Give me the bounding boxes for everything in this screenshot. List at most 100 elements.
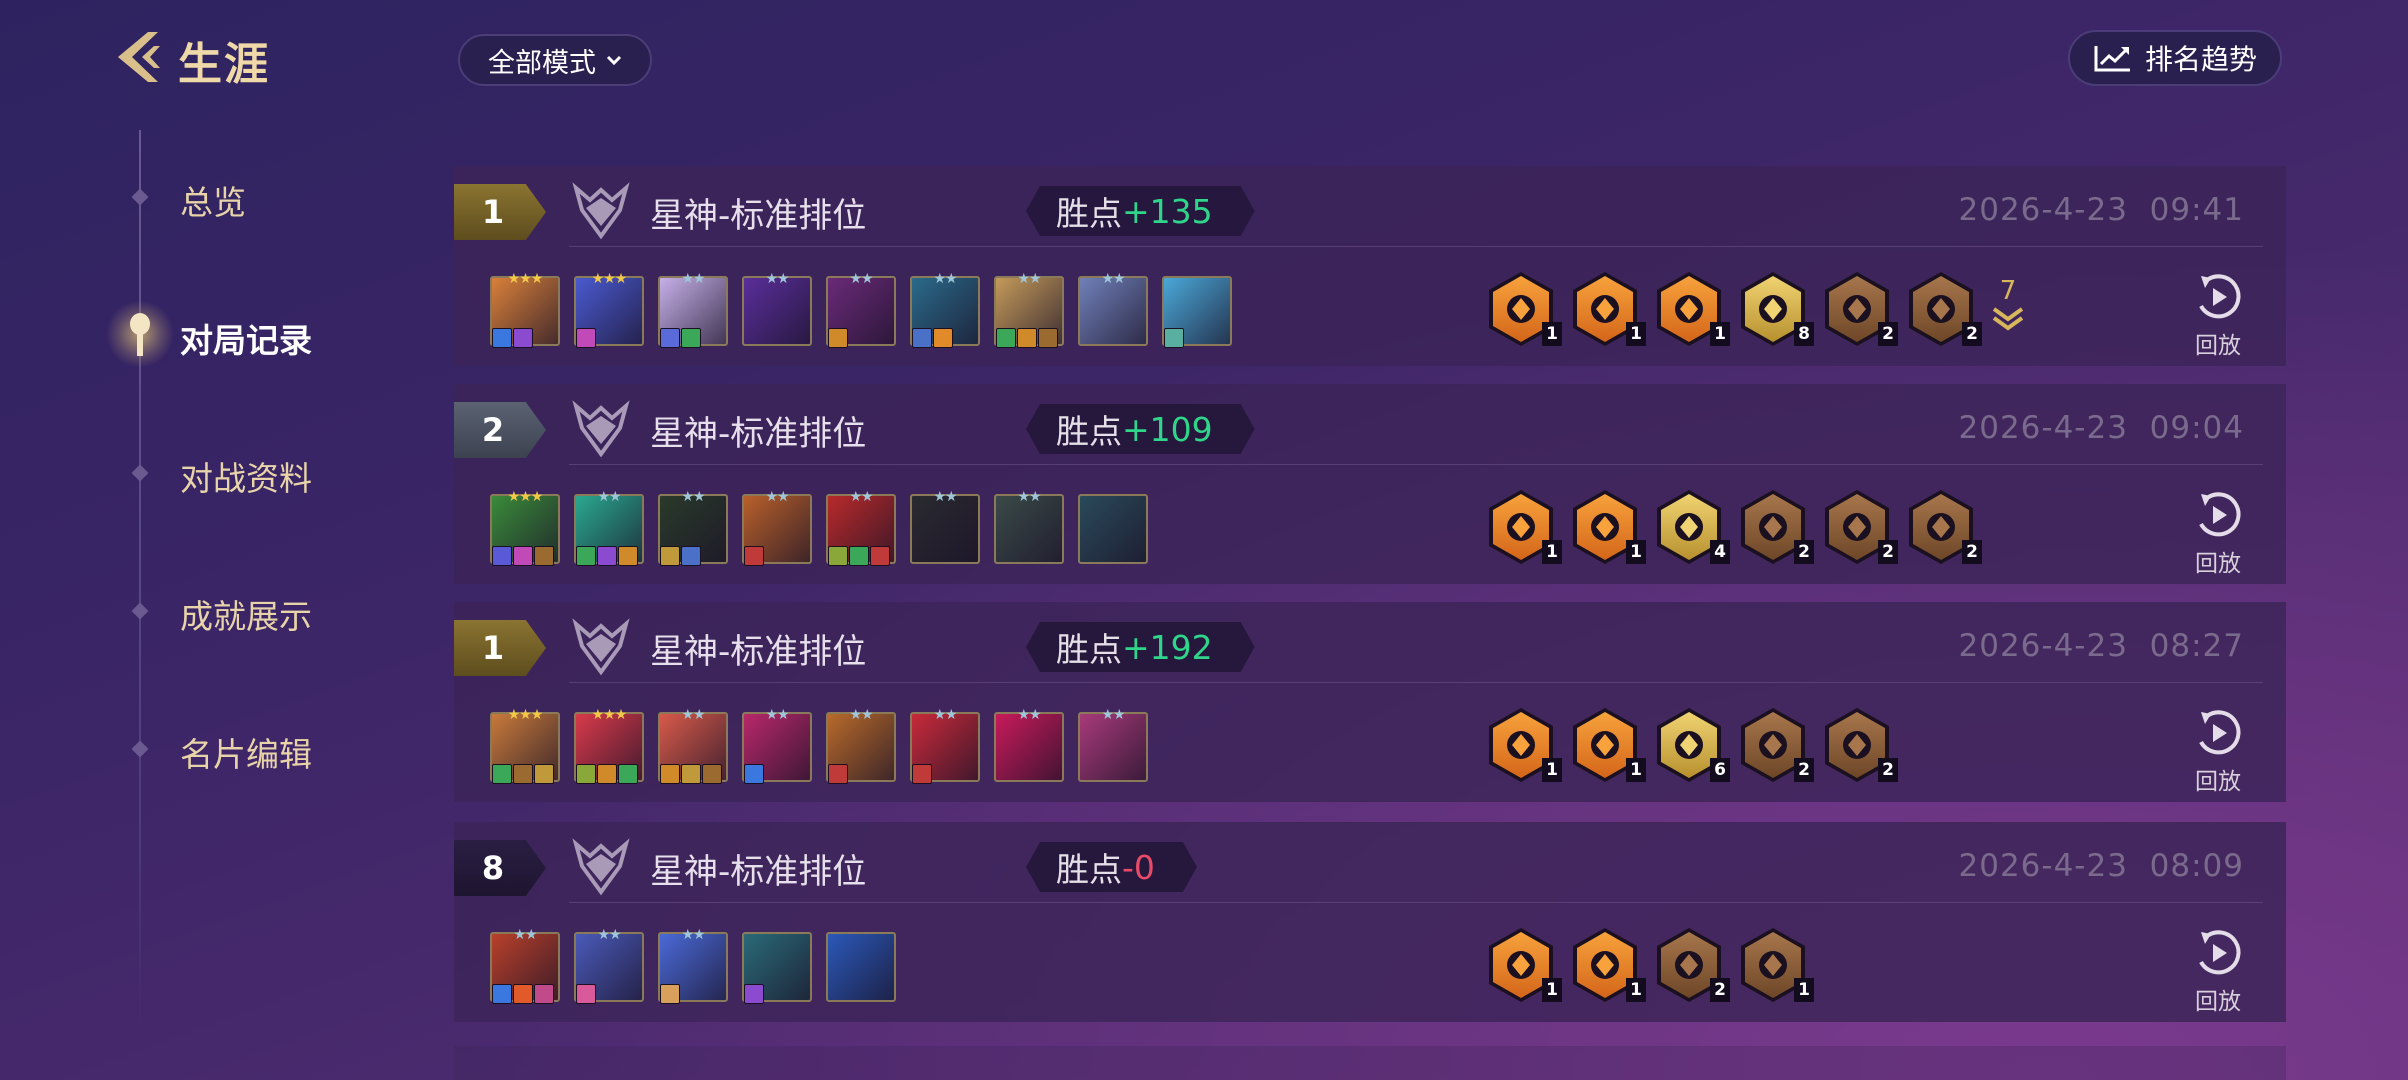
item-icon[interactable] xyxy=(933,328,953,348)
match-list[interactable]: 1 星神-标准排位 胜点 +135 2026-4-23 09:41 ★★★ ★★★ ★★ ★★ ★… xyxy=(454,112,2288,1080)
item-icon[interactable] xyxy=(492,328,512,348)
match-card[interactable]: 8 星神-标准排位 胜点 -0 2026-4-23 08:09 ★★ ★★ ★★ 1 1 2 1 回放 xyxy=(454,822,2286,1022)
trait-badge[interactable]: 1 xyxy=(1486,488,1562,570)
replay-button[interactable]: 回放 xyxy=(2188,708,2248,796)
champion-portrait[interactable]: ★★ xyxy=(910,490,980,564)
item-icon[interactable] xyxy=(618,764,638,784)
item-icon[interactable] xyxy=(576,546,596,566)
champion-portrait[interactable]: ★★ xyxy=(574,928,644,1004)
sidebar-item-profile-card[interactable]: 名片编辑 xyxy=(180,728,312,776)
sidebar-item-overview[interactable]: 总览 xyxy=(180,176,246,224)
champion-portrait[interactable]: ★★★ xyxy=(490,490,560,566)
item-icon[interactable] xyxy=(681,328,701,348)
trait-badge[interactable]: 6 xyxy=(1654,706,1730,788)
rank-trend-button[interactable]: 排名趋势 xyxy=(2068,30,2282,86)
trait-badge[interactable]: 4 xyxy=(1654,488,1730,570)
item-icon[interactable] xyxy=(576,984,596,1004)
item-icon[interactable] xyxy=(996,328,1016,348)
trait-badge[interactable]: 2 xyxy=(1822,488,1898,570)
trait-badge[interactable]: 1 xyxy=(1738,926,1814,1008)
item-icon[interactable] xyxy=(849,546,869,566)
champion-portrait[interactable]: ★★ xyxy=(1078,272,1148,346)
back-arrow-icon[interactable] xyxy=(108,28,166,86)
champion-portrait[interactable]: ★★ xyxy=(910,708,980,784)
sidebar-item-battle-stats[interactable]: 对战资料 xyxy=(180,452,312,500)
replay-button[interactable]: 回放 xyxy=(2188,272,2248,360)
trait-badge[interactable]: 2 xyxy=(1906,488,1982,570)
item-icon[interactable] xyxy=(492,984,512,1004)
item-icon[interactable] xyxy=(492,764,512,784)
champion-portrait[interactable]: ★★ xyxy=(742,708,812,784)
champion-portrait[interactable]: ★★ xyxy=(658,490,728,566)
trait-badge[interactable]: 2 xyxy=(1822,270,1898,352)
item-icon[interactable] xyxy=(744,984,764,1004)
champion-portrait[interactable]: ★★ xyxy=(490,928,560,1004)
trait-badge[interactable]: 1 xyxy=(1570,706,1646,788)
item-icon[interactable] xyxy=(681,764,701,784)
champion-portrait[interactable]: ★★ xyxy=(574,490,644,566)
champion-portrait[interactable]: ★★ xyxy=(826,272,896,348)
item-icon[interactable] xyxy=(534,764,554,784)
champion-portrait[interactable]: ★★ xyxy=(742,490,812,566)
trait-badge[interactable]: 2 xyxy=(1738,488,1814,570)
trait-badge[interactable]: 1 xyxy=(1570,270,1646,352)
item-icon[interactable] xyxy=(597,546,617,566)
item-icon[interactable] xyxy=(702,764,722,784)
trait-badge[interactable]: 2 xyxy=(1654,926,1730,1008)
trait-badge[interactable]: 1 xyxy=(1570,488,1646,570)
champion-portrait[interactable]: ★★ xyxy=(742,272,812,346)
item-icon[interactable] xyxy=(660,984,680,1004)
item-icon[interactable] xyxy=(744,546,764,566)
champion-portrait[interactable]: ★★ xyxy=(658,708,728,784)
item-icon[interactable] xyxy=(1038,328,1058,348)
match-card[interactable]: 1 星神-标准排位 胜点 +135 2026-4-23 09:41 ★★★ ★★★ ★★ ★★ ★… xyxy=(454,166,2286,366)
champion-portrait[interactable]: ★★ xyxy=(994,708,1064,782)
match-card[interactable]: 2 星神-标准排位 胜点 +109 2026-4-23 09:04 ★★★ ★★ ★★ ★★ ★★… xyxy=(454,384,2286,584)
replay-button[interactable]: 回放 xyxy=(2188,490,2248,578)
champion-portrait[interactable]: ★★ xyxy=(658,928,728,1004)
item-icon[interactable] xyxy=(513,328,533,348)
item-icon[interactable] xyxy=(534,546,554,566)
item-icon[interactable] xyxy=(576,328,596,348)
trait-badge[interactable]: 2 xyxy=(1738,706,1814,788)
item-icon[interactable] xyxy=(513,984,533,1004)
champion-portrait[interactable]: ★★ xyxy=(826,708,896,784)
champion-portrait[interactable]: ★★★ xyxy=(490,708,560,784)
item-icon[interactable] xyxy=(681,546,701,566)
item-icon[interactable] xyxy=(828,546,848,566)
trait-badge[interactable]: 1 xyxy=(1570,926,1646,1008)
champion-portrait[interactable] xyxy=(826,932,896,1002)
item-icon[interactable] xyxy=(660,764,680,784)
item-icon[interactable] xyxy=(828,764,848,784)
champion-portrait[interactable]: ★★ xyxy=(994,490,1064,564)
more-traits-toggle[interactable]: 7 xyxy=(1988,276,2028,339)
champion-portrait[interactable]: ★★ xyxy=(994,272,1064,348)
trait-badge[interactable]: 1 xyxy=(1654,270,1730,352)
replay-button[interactable]: 回放 xyxy=(2188,928,2248,1016)
champion-portrait[interactable]: ★★★ xyxy=(574,272,644,348)
item-icon[interactable] xyxy=(534,984,554,1004)
trait-badge[interactable]: 1 xyxy=(1486,270,1562,352)
item-icon[interactable] xyxy=(1017,328,1037,348)
item-icon[interactable] xyxy=(618,546,638,566)
champion-portrait[interactable] xyxy=(1078,494,1148,564)
champion-portrait[interactable] xyxy=(742,932,812,1004)
champion-portrait[interactable]: ★★ xyxy=(826,490,896,566)
item-icon[interactable] xyxy=(912,328,932,348)
champion-portrait[interactable]: ★★★ xyxy=(574,708,644,784)
item-icon[interactable] xyxy=(912,764,932,784)
trait-badge[interactable]: 8 xyxy=(1738,270,1814,352)
mode-filter-dropdown[interactable]: 全部模式 xyxy=(458,34,652,86)
item-icon[interactable] xyxy=(513,764,533,784)
champion-portrait[interactable]: ★★ xyxy=(658,272,728,348)
item-icon[interactable] xyxy=(513,546,533,566)
trait-badge[interactable]: 2 xyxy=(1906,270,1982,352)
item-icon[interactable] xyxy=(660,328,680,348)
champion-portrait[interactable]: ★★ xyxy=(910,272,980,348)
item-icon[interactable] xyxy=(492,546,512,566)
trait-badge[interactable]: 1 xyxy=(1486,706,1562,788)
item-icon[interactable] xyxy=(828,328,848,348)
trait-badge[interactable]: 2 xyxy=(1822,706,1898,788)
match-card[interactable]: 1 星神-标准排位 胜点 +192 2026-4-23 08:27 ★★★ ★★★ ★★ ★★ ★… xyxy=(454,602,2286,802)
item-icon[interactable] xyxy=(870,546,890,566)
